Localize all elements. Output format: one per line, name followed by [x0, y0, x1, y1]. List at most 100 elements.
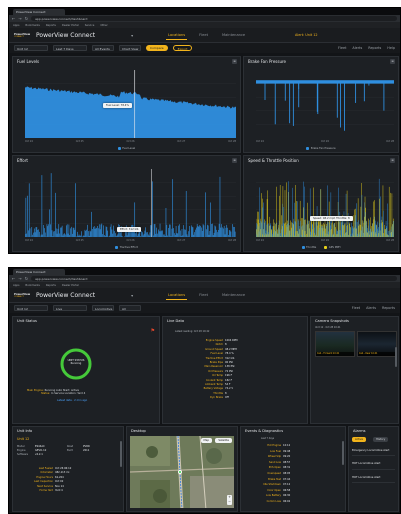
- back-icon[interactable]: ←: [12, 16, 15, 21]
- menu-icon[interactable]: ≡: [390, 59, 395, 64]
- bookmark-item[interactable]: Dealer Portal: [62, 24, 79, 27]
- unit-select[interactable]: Unit 12: [14, 45, 48, 51]
- unit-location-marker[interactable]: [178, 470, 182, 474]
- link-fleet[interactable]: Fleet: [352, 306, 360, 310]
- panel-title: Events & Diagnostics: [245, 429, 284, 433]
- speed-chart[interactable]: [256, 169, 394, 237]
- menu-icon[interactable]: ≡: [390, 158, 395, 163]
- reload-icon[interactable]: ↻: [25, 16, 28, 21]
- link-reports[interactable]: Reports: [382, 306, 395, 310]
- scrollbar[interactable]: [342, 441, 344, 465]
- legend-label: GPS MPH: [328, 246, 341, 249]
- pressure-chart[interactable]: [256, 70, 394, 138]
- tab-fleet[interactable]: Fleet: [197, 291, 210, 300]
- unit-select[interactable]: Unit 12: [14, 305, 48, 311]
- speed-throttle-panel: Speed & Throttle Position ≡ Speed: 48.2 …: [243, 155, 399, 252]
- tab-maintenance[interactable]: Maintenance: [220, 31, 247, 40]
- bookmark-item[interactable]: Service: [85, 24, 95, 27]
- alarm-label: HOT Locomotive Alert: [352, 475, 381, 479]
- url-input[interactable]: app.powerview.connect/dashboard: [31, 16, 397, 21]
- url-input[interactable]: app.powerview.connect/dashboard: [31, 276, 397, 281]
- latest-data-link[interactable]: Latest data · 2 min ago: [57, 399, 87, 402]
- app-header: PowerView CONNECT PowerView Connect ▾ Lo…: [9, 288, 400, 303]
- compare-button[interactable]: Compare: [146, 45, 168, 51]
- alert-icon[interactable]: ⚑: [151, 328, 155, 334]
- range-select[interactable]: Last 7 Days: [53, 45, 87, 51]
- tab-locations[interactable]: Locations: [166, 291, 188, 300]
- camera-thumbnail[interactable]: Cab - Rear 10:41: [357, 331, 397, 357]
- map-panel: Desktop Map Satellite + −: [126, 426, 238, 512]
- chart-tooltip: Effort: 312 klb: [117, 227, 142, 232]
- bookmark-item[interactable]: Reports: [46, 284, 56, 287]
- tab-locations[interactable]: Locations: [166, 31, 188, 40]
- menu-icon[interactable]: ≡: [232, 158, 237, 163]
- live-data-value: Off: [225, 396, 229, 400]
- chart-tooltip: Fuel Level: 78.4%: [103, 103, 132, 108]
- map-button[interactable]: Map: [200, 438, 212, 443]
- link-reports[interactable]: Reports: [368, 46, 381, 50]
- back-icon[interactable]: ←: [12, 276, 15, 281]
- mode-select[interactable]: Live: [53, 305, 87, 311]
- history-alarms-button[interactable]: History: [373, 437, 389, 442]
- bookmark-item[interactable]: Apps: [13, 24, 19, 27]
- alarm-item[interactable]: HOT Locomotive Alert: [352, 462, 395, 470]
- reload-icon[interactable]: ↻: [25, 276, 28, 281]
- bookmark-item[interactable]: Dealer Portal: [62, 284, 79, 287]
- status-line: Status: In Service Location: Yard 4: [41, 392, 87, 395]
- export-button[interactable]: Export: [172, 45, 193, 51]
- link-fleet[interactable]: Fleet: [338, 46, 346, 50]
- forward-icon[interactable]: →: [18, 16, 21, 21]
- event-select[interactable]: All Events: [92, 45, 114, 51]
- browser-tab[interactable]: PowerView Connect: [13, 9, 65, 15]
- alarm-item[interactable]: HOT Locomotive Alert: [352, 475, 395, 484]
- event-row[interactable]: Comm Loss 06:02: [257, 499, 291, 505]
- view-select[interactable]: Chart View: [119, 45, 141, 51]
- header-alert[interactable]: Alert: Unit 12: [295, 33, 318, 37]
- dashboard-screenshot-charts: PowerView Connect ← → ↻ app.powerview.co…: [8, 7, 401, 254]
- unit-stat-value: Yard 4: [55, 489, 63, 493]
- legend-item[interactable]: Tractive Effort: [115, 246, 138, 249]
- bookmark-item[interactable]: Bookmarks: [25, 24, 40, 27]
- camera-thumbnail[interactable]: Cab - Forward 10:41: [315, 331, 355, 357]
- scrollbar[interactable]: [395, 347, 397, 367]
- filter-bar: Unit 12 Last 7 Days All Events Chart Vie…: [9, 43, 400, 53]
- browser-tab[interactable]: PowerView Connect: [13, 269, 65, 275]
- chevron-down-icon[interactable]: ▾: [131, 293, 133, 298]
- zoom-control[interactable]: + −: [227, 495, 232, 505]
- legend-item[interactable]: Throttle: [301, 246, 316, 249]
- ring-line: Running: [70, 362, 82, 366]
- tab-maintenance[interactable]: Maintenance: [220, 291, 247, 300]
- scope-select[interactable]: All: [119, 305, 141, 311]
- chevron-down-icon[interactable]: ▾: [131, 33, 133, 38]
- satellite-button[interactable]: Satellite: [215, 438, 232, 443]
- tab-fleet[interactable]: Fleet: [197, 31, 210, 40]
- brand-logo[interactable]: PowerView CONNECT: [14, 32, 30, 38]
- bookmark-item[interactable]: Apps: [13, 284, 19, 287]
- scrollbar[interactable]: [120, 441, 122, 467]
- link-help[interactable]: Help: [387, 46, 395, 50]
- menu-icon[interactable]: ≡: [232, 59, 237, 64]
- legend-item[interactable]: Fuel Level: [117, 147, 135, 150]
- link-alerts[interactable]: Alerts: [352, 46, 362, 50]
- filter-bar: Unit 12 Live Locomotive All Fleet Alerts…: [9, 303, 400, 313]
- alarm-item[interactable]: Emergency Locomotive Alert: [352, 449, 395, 457]
- map-view[interactable]: Map Satellite + −: [130, 436, 234, 508]
- unit-info-grid: Model ES44AC Road PVRR Engine GEVO-12 Built 201…: [17, 445, 119, 457]
- header-links: Fleet Alerts Reports Help: [338, 46, 395, 50]
- link-alerts[interactable]: Alerts: [366, 306, 376, 310]
- live-data-list: Engine Speed 1004 RPM Notch 8 Ground Speed 48…: [187, 339, 238, 401]
- legend-item[interactable]: GPS MPH: [324, 246, 341, 249]
- bookmark-item[interactable]: Reports: [46, 24, 56, 27]
- panel-title: Camera Snapshots: [315, 319, 349, 323]
- type-select[interactable]: Locomotive: [92, 305, 114, 311]
- active-alarms-button[interactable]: Active: [352, 437, 367, 442]
- bookmark-item[interactable]: Other: [100, 24, 107, 27]
- x-tick: Oct 24: [256, 140, 264, 143]
- panel-title: Unit Status: [17, 319, 37, 323]
- app-header: PowerView CONNECT PowerView Connect ▾ Lo…: [9, 28, 400, 43]
- forward-icon[interactable]: →: [18, 276, 21, 281]
- legend-item[interactable]: Brake Fan Pressure: [306, 147, 336, 150]
- legend-swatch: [115, 246, 119, 249]
- brand-logo[interactable]: PowerView CONNECT: [14, 292, 30, 298]
- bookmark-item[interactable]: Bookmarks: [25, 284, 40, 287]
